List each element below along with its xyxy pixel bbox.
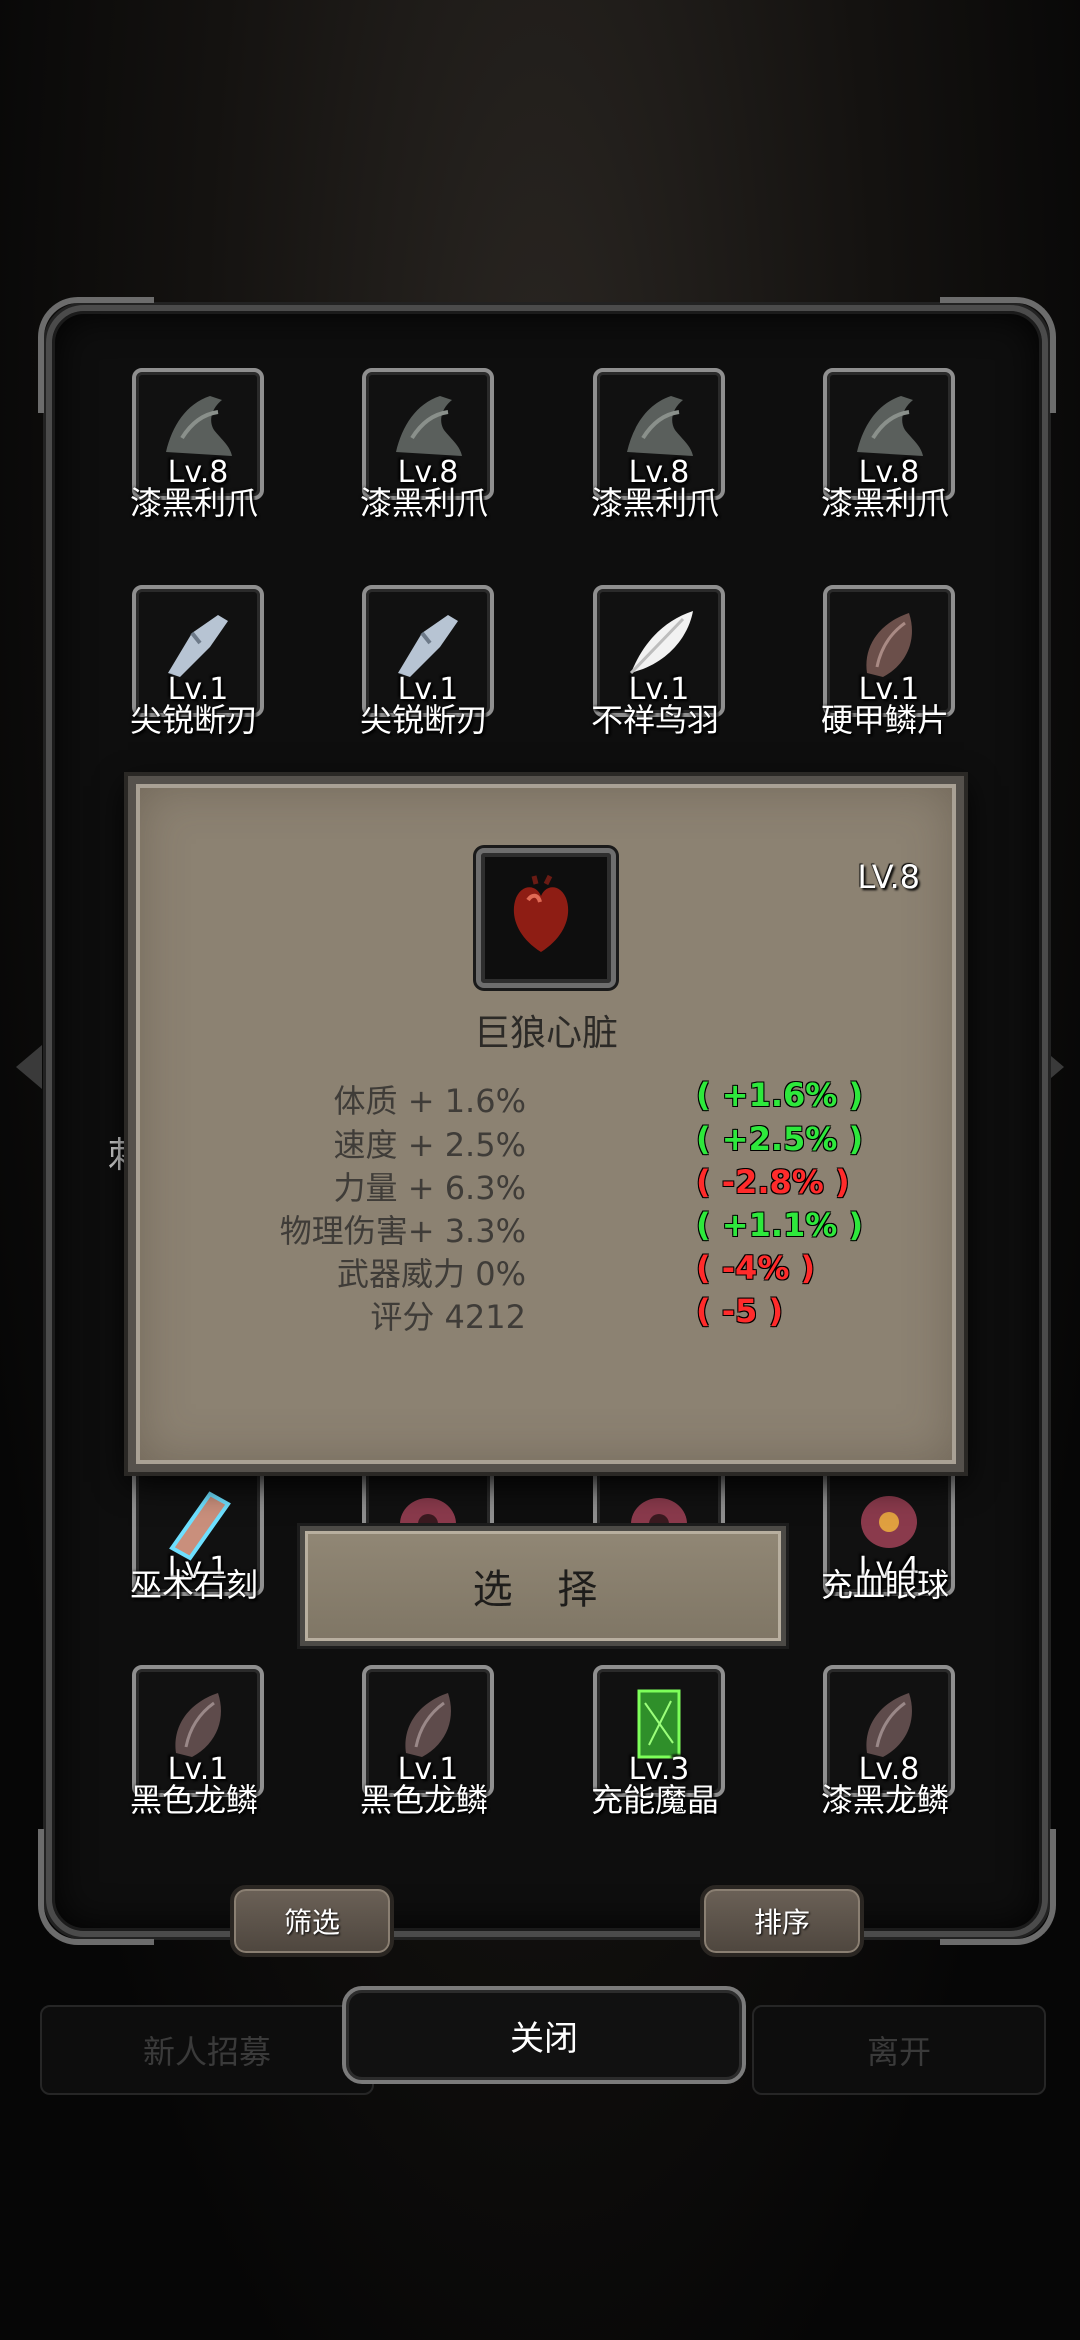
broken-blade-icon xyxy=(398,615,458,677)
item-name: 漆黑利爪 xyxy=(129,484,258,522)
item-name: 漆黑利爪 xyxy=(590,484,719,522)
feather-icon xyxy=(629,611,693,675)
item-detail-icon-frame xyxy=(476,848,616,988)
frame-ornament xyxy=(940,1829,1056,1945)
dragon-scale-icon xyxy=(866,1693,912,1757)
heart-icon xyxy=(513,874,569,952)
item-name: 不祥鸟羽 xyxy=(590,701,719,739)
close-button[interactable]: 关闭 xyxy=(342,1986,746,2084)
stat-delta: ( -2.8% ) xyxy=(696,1163,850,1201)
item-name: 尖锐断刃 xyxy=(129,701,258,739)
rune-stone-icon xyxy=(169,1491,231,1561)
item-detail-popup: LV.8 巨狼心脏 体质 + 1.6% ( +1.6% ) 速度 + 2.5% … xyxy=(128,776,964,1472)
eyeball-icon xyxy=(861,1496,917,1548)
stat-delta: ( -4% ) xyxy=(696,1249,816,1287)
item-name: 漆黑龙鳞 xyxy=(820,1781,949,1819)
claw-icon xyxy=(627,396,693,456)
item-name: 充血眼球 xyxy=(820,1566,949,1604)
frame-ornament xyxy=(940,297,1056,413)
scale-icon xyxy=(866,613,912,677)
stat-label: 速度 + 2.5% xyxy=(333,1126,526,1164)
stat-label: 物理伤害+ 3.3% xyxy=(279,1212,526,1250)
stat-label: 评分 4212 xyxy=(370,1298,526,1336)
item-name: 漆黑利爪 xyxy=(359,484,488,522)
claw-icon xyxy=(166,396,232,456)
item-name: 尖锐断刃 xyxy=(359,701,488,739)
item-detail-level: LV.8 xyxy=(857,858,920,896)
dragon-scale-icon xyxy=(175,1693,221,1757)
magic-crystal-icon xyxy=(637,1689,681,1759)
select-button[interactable]: 选 择 xyxy=(300,1526,786,1646)
recruit-button-background: 新人招募 xyxy=(40,2005,374,2095)
item-name: 充能魔晶 xyxy=(590,1781,719,1819)
item-name: 黑色龙鳞 xyxy=(359,1781,488,1819)
previous-arrow-icon[interactable] xyxy=(16,1045,42,1089)
item-name: 漆黑利爪 xyxy=(820,484,949,522)
item-name: 硬甲鳞片 xyxy=(820,701,949,739)
stat-label: 体质 + 1.6% xyxy=(333,1082,526,1120)
item-detail-name: 巨狼心脏 xyxy=(473,1013,618,1054)
sort-button[interactable]: 排序 xyxy=(700,1885,864,1957)
stat-delta: ( +1.1% ) xyxy=(696,1206,864,1244)
leave-button-background: 离开 xyxy=(752,2005,1046,2095)
item-name: 黑色龙鳞 xyxy=(129,1781,258,1819)
claw-icon xyxy=(857,396,923,456)
dragon-scale-icon xyxy=(405,1693,451,1757)
claw-icon xyxy=(396,396,462,456)
stat-delta: ( +1.6% ) xyxy=(696,1076,864,1114)
broken-blade-icon xyxy=(168,615,228,677)
filter-button[interactable]: 筛选 xyxy=(230,1885,394,1957)
stat-delta: ( +2.5% ) xyxy=(696,1120,864,1158)
stat-delta: ( -5 ) xyxy=(696,1292,784,1330)
frame-ornament xyxy=(38,1829,154,1945)
stat-label: 力量 + 6.3% xyxy=(333,1169,526,1207)
stat-label: 武器威力 0% xyxy=(337,1255,526,1293)
item-name: 巫术石刻 xyxy=(129,1566,258,1604)
